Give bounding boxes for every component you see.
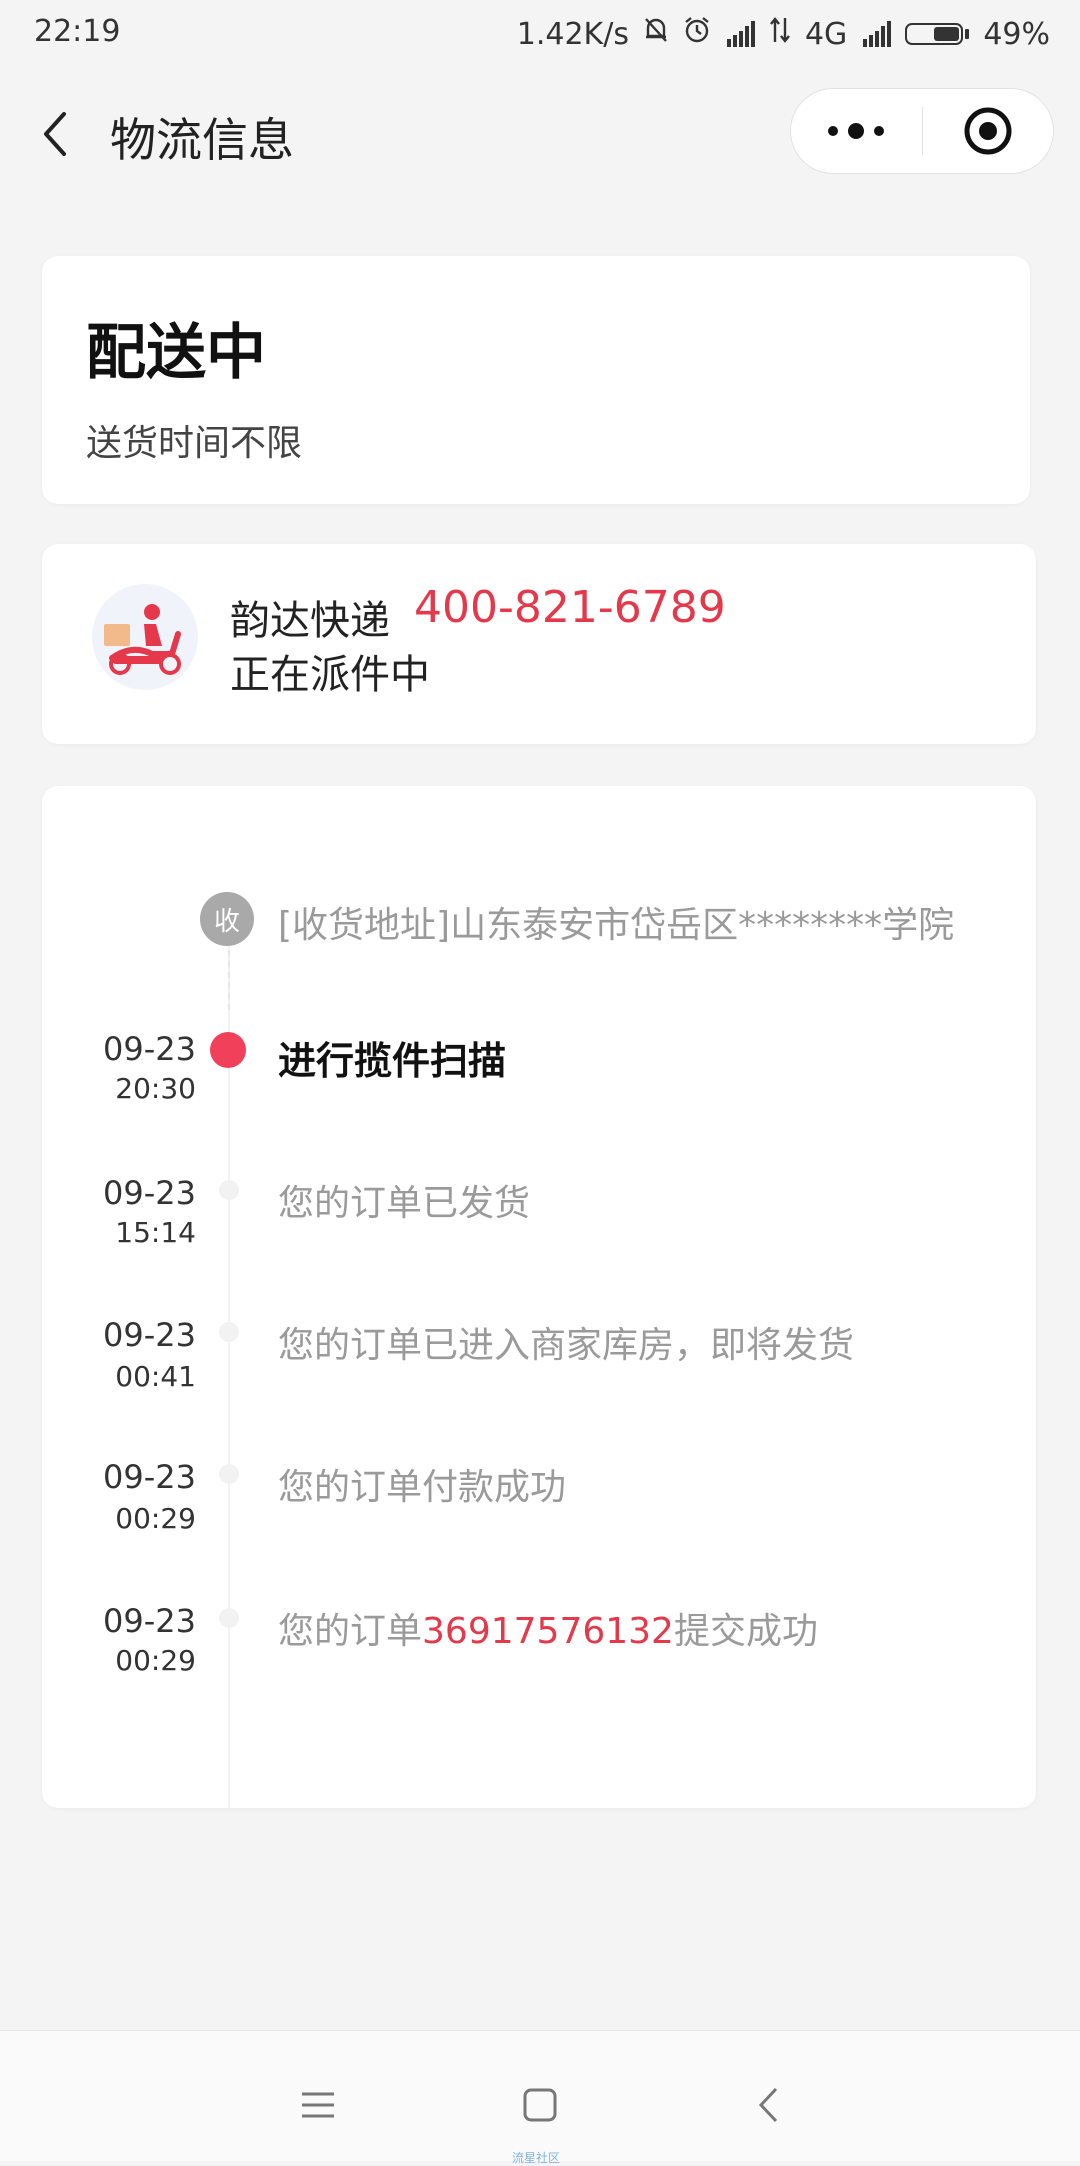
delivery-status-title: 配送中 [86, 318, 266, 388]
bell-muted-icon [643, 16, 669, 52]
order-number-link[interactable]: 36917576132 [422, 1611, 674, 1652]
timeline-card: 收 [收货地址]山东泰安市岱岳区********学院 09-23 20:30 进… [42, 786, 1036, 1808]
alarm-icon [683, 16, 711, 52]
signal-icon [861, 21, 892, 47]
battery-percent: 49% [983, 16, 1050, 52]
timeline-dot [219, 1464, 239, 1484]
entry-text: 您的订单36917576132提交成功 [278, 1602, 818, 1654]
system-nav-bar: 流星社区 [0, 2030, 1080, 2165]
active-dot [210, 1032, 246, 1068]
more-dots-icon [823, 123, 889, 139]
entry-text: 进行揽件扫描 [278, 1039, 507, 1083]
network-type: 4G [804, 16, 848, 52]
entry-date: 09-23 [103, 1030, 196, 1068]
status-time: 22:19 [34, 14, 121, 49]
watermark: 流星社区 [512, 2151, 561, 2165]
menu-icon [302, 2092, 334, 2118]
status-icons: 1.42K/s 4G 49% [503, 14, 1050, 54]
target-icon [964, 107, 1012, 155]
entry-text-suffix: 提交成功 [673, 1611, 818, 1652]
status-bar: 22:19 1.42K/s 4G 49% [0, 0, 1080, 66]
delivery-address: [收货地址]山东泰安市岱岳区********学院 [278, 905, 955, 946]
entry-date: 09-23 [103, 1174, 196, 1212]
entry-text: 您的订单已发货 [278, 1183, 531, 1224]
menu-button[interactable] [288, 2075, 348, 2135]
entry-time: 20:30 [115, 1072, 196, 1105]
entry-date: 09-23 [103, 1316, 196, 1354]
courier-name: 韵达快递 [230, 598, 390, 644]
back-chevron-icon [758, 2087, 778, 2123]
mini-program-capsule [790, 88, 1054, 174]
signal-icon [725, 21, 755, 47]
courier-card: 韵达快递 400-821-6789 正在派件中 [42, 544, 1036, 744]
entry-text-prefix: 您的订单 [278, 1611, 423, 1652]
entry-text: 您的订单已进入商家库房，即将发货 [278, 1325, 855, 1366]
timeline-dot [219, 1180, 239, 1200]
timeline-dot [219, 1608, 239, 1628]
data-arrows-icon [769, 16, 791, 52]
home-square-icon [523, 2088, 557, 2122]
entry-time: 00:29 [115, 1502, 196, 1535]
timeline-line [228, 940, 230, 1808]
entry-time: 15:14 [115, 1216, 196, 1249]
page-title: 物流信息 [110, 113, 294, 167]
more-button[interactable] [791, 89, 922, 173]
timeline-dot [219, 1322, 239, 1342]
back-button[interactable] [30, 104, 80, 164]
system-back-button[interactable] [738, 2075, 798, 2135]
courier-phone-link[interactable]: 400-821-6789 [414, 582, 726, 633]
delivery-scooter-icon [92, 584, 198, 690]
timeline-dash [228, 940, 230, 1010]
entry-time: 00:29 [115, 1644, 196, 1677]
receive-badge: 收 [200, 892, 254, 946]
courier-state: 正在派件中 [230, 652, 430, 698]
nav-bar: 物流信息 [0, 66, 1080, 196]
network-speed: 1.42K/s [516, 16, 629, 52]
delivery-status-card: 配送中 送货时间不限 [42, 256, 1030, 504]
entry-time: 00:41 [115, 1360, 196, 1393]
chevron-left-icon [44, 112, 66, 156]
entry-date: 09-23 [103, 1458, 196, 1496]
close-button[interactable] [923, 89, 1054, 173]
home-button[interactable] [510, 2075, 570, 2135]
battery-icon [905, 23, 970, 45]
delivery-time-note: 送货时间不限 [86, 423, 303, 464]
entry-text: 您的订单付款成功 [278, 1467, 567, 1508]
entry-date: 09-23 [103, 1602, 196, 1640]
